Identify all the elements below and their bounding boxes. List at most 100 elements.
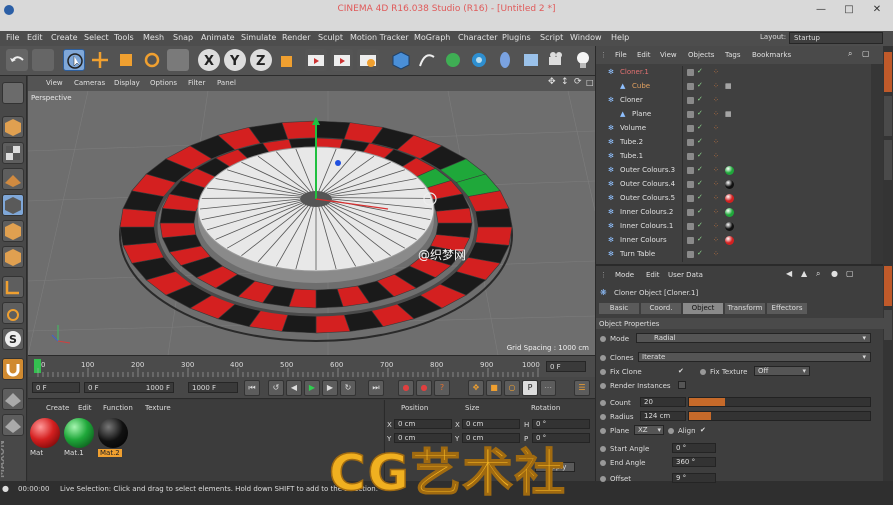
material-menu-texture[interactable]: Texture (145, 404, 171, 412)
om-layout-icon[interactable]: ▢ (862, 49, 870, 58)
object-row[interactable]: ✻ Outer Colours.3 ✓ ⁘ (596, 164, 884, 178)
render-instances-radio[interactable] (600, 383, 606, 389)
clones-radio[interactable] (600, 355, 606, 361)
object-row[interactable]: ✻ Tube.1 ✓ ⁘ (596, 150, 884, 164)
enabled-checkmark-icon[interactable]: ✓ (697, 151, 703, 159)
tag-icon[interactable]: ⁘ (713, 96, 719, 104)
close-button[interactable]: ✕ (868, 2, 886, 18)
tag-icon[interactable]: ⁘ (713, 124, 719, 132)
enabled-checkmark-icon[interactable]: ✓ (697, 221, 703, 229)
spline-pen-icon[interactable] (416, 49, 438, 71)
menu-script[interactable]: Script (540, 33, 563, 42)
start-angle-field[interactable]: 0 ° (672, 443, 716, 453)
redo-icon[interactable] (32, 49, 54, 71)
am-new-view-icon[interactable]: ▢ (846, 269, 854, 278)
visibility-dot[interactable] (687, 83, 694, 90)
am-back-arrow-icon[interactable]: ◀ (786, 269, 792, 278)
menu-mesh[interactable]: Mesh (143, 33, 164, 42)
offset-radio[interactable] (600, 476, 606, 482)
am-search-icon[interactable]: ⌕ (816, 269, 820, 279)
am-menu-mode[interactable]: Mode (615, 271, 634, 279)
key-scale-icon[interactable]: ■ (486, 380, 502, 396)
menu-simulate[interactable]: Simulate (241, 33, 276, 42)
side-tab-attributes[interactable] (884, 266, 892, 306)
model-mode-icon[interactable] (2, 116, 24, 138)
z-axis-lock-icon[interactable]: Z (250, 49, 272, 71)
tag-icon[interactable]: ⁘ (713, 138, 719, 146)
viewport-menu-view[interactable]: View (46, 79, 63, 87)
object-row[interactable]: ✻ Tube.2 ✓ ⁘ (596, 136, 884, 150)
minimize-button[interactable]: — (812, 2, 830, 18)
tab-basic[interactable]: Basic (599, 303, 639, 314)
object-row[interactable]: ✻ Outer Colours.5 ✓ ⁘ (596, 192, 884, 206)
nurbs-icon[interactable] (442, 49, 464, 71)
key-pla-icon[interactable]: ⋯ (540, 380, 556, 396)
start-angle-radio[interactable] (600, 446, 606, 452)
side-tab-structure[interactable] (884, 140, 892, 180)
maximize-button[interactable]: □ (840, 2, 858, 18)
menu-help[interactable]: Help (611, 33, 629, 42)
end-frame-field[interactable]: 1000 F (188, 382, 238, 393)
viewport-menu-panel[interactable]: Panel (217, 79, 236, 87)
tag-icon[interactable]: ⁘ (713, 222, 719, 230)
texture-tag-icon[interactable]: ▦ (725, 82, 732, 90)
key-position-icon[interactable]: ✥ (468, 380, 484, 396)
material-tag-icon[interactable] (725, 166, 734, 175)
live-selection-icon[interactable] (63, 49, 85, 71)
light-bulb-icon[interactable] (572, 49, 594, 71)
radius-radio[interactable] (600, 414, 606, 420)
x-axis-lock-icon[interactable]: X (198, 49, 220, 71)
scene-floor-icon[interactable] (520, 49, 542, 71)
am-up-arrow-icon[interactable]: ▲ (801, 269, 807, 278)
menu-plugins[interactable]: Plugins (502, 33, 531, 42)
align-radio[interactable] (668, 428, 674, 434)
viewport-rotate-icon[interactable]: ⟳ (574, 77, 582, 87)
material-tag-icon[interactable] (725, 194, 734, 203)
move-tool-icon[interactable] (89, 49, 111, 71)
menu-render[interactable]: Render (282, 33, 310, 42)
tweak-mode-icon[interactable] (2, 302, 24, 324)
tag-icon[interactable]: ⁘ (713, 166, 719, 174)
object-row[interactable]: ✻ Volume ✓ ⁘ (596, 122, 884, 136)
menu-window[interactable]: Window (570, 33, 602, 42)
current-frame-field[interactable]: 0 F (546, 361, 586, 372)
om-menu-bookmarks[interactable]: Bookmarks (752, 51, 791, 59)
key-parameter-icon[interactable]: P (522, 380, 538, 396)
next-key-icon[interactable]: ↻ (340, 380, 356, 396)
material-swatch-green[interactable] (64, 418, 94, 448)
deformer-icon[interactable] (494, 49, 516, 71)
count-slider[interactable] (688, 397, 871, 407)
viewport-menu-cameras[interactable]: Cameras (74, 79, 105, 87)
object-row[interactable]: ✻ Cloner ✓ ⁘ (596, 94, 884, 108)
visibility-dot[interactable] (687, 237, 694, 244)
viewport-menu-display[interactable]: Display (114, 79, 140, 87)
fix-clone-checkmark-icon[interactable]: ✔ (678, 367, 684, 375)
axis-mode-icon[interactable] (2, 276, 24, 298)
prev-key-icon[interactable]: ↺ (268, 380, 284, 396)
enabled-checkmark-icon[interactable]: ✓ (697, 249, 703, 257)
start-frame-field[interactable]: 0 F (32, 382, 80, 393)
render-instances-checkbox[interactable] (678, 381, 686, 389)
menu-tools[interactable]: Tools (114, 33, 134, 42)
material-menu-function[interactable]: Function (103, 404, 133, 412)
timeline-ruler[interactable]: 0 100 200 300 400 500 600 700 800 900 10… (28, 355, 595, 377)
visibility-dot[interactable] (687, 153, 694, 160)
mode-radio[interactable] (600, 336, 606, 342)
goto-end-icon[interactable]: ⏭ (368, 380, 384, 396)
panel-grip-icon[interactable]: ⋮ (600, 51, 607, 59)
render-view-icon[interactable] (305, 49, 327, 71)
om-menu-edit[interactable]: Edit (637, 51, 651, 59)
visibility-dot[interactable] (687, 69, 694, 76)
om-menu-file[interactable]: File (615, 51, 627, 59)
planar-workplane-icon[interactable] (2, 414, 24, 436)
magnet-icon[interactable] (2, 358, 24, 380)
panel-grip-icon[interactable]: ⋮ (600, 271, 607, 279)
tag-icon[interactable]: ⁘ (713, 236, 719, 244)
enabled-checkmark-icon[interactable]: ✓ (697, 123, 703, 131)
enabled-checkmark-icon[interactable]: ✓ (697, 109, 703, 117)
snap-icon[interactable]: S (2, 328, 24, 350)
om-menu-tags[interactable]: Tags (725, 51, 741, 59)
visibility-dot[interactable] (687, 167, 694, 174)
enabled-checkmark-icon[interactable]: ✓ (697, 165, 703, 173)
object-row[interactable]: ✻ Inner Colours.1 ✓ ⁘ (596, 220, 884, 234)
